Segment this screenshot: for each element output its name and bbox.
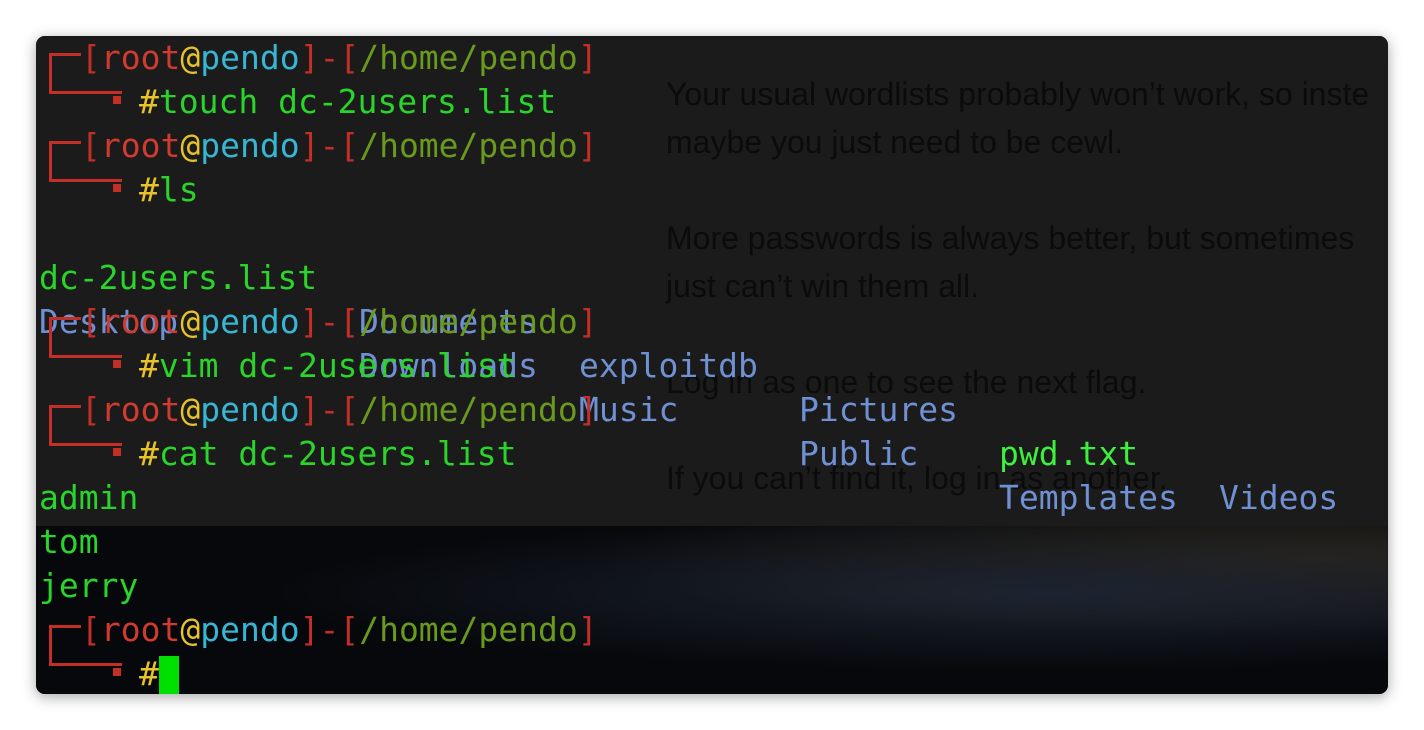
prompt-line: [root@pendo]-[/home/pendo]: [81, 38, 598, 77]
ls-output-row: dc-2users.list Documents exploitdb Pictu…: [39, 212, 1338, 517]
prompt-corner-end: [113, 448, 121, 456]
command-text: touch dc-2users.list: [158, 82, 557, 121]
active-command-line[interactable]: #: [139, 652, 179, 694]
terminal-window[interactable]: Your usual wordlists probably won’t work…: [36, 36, 1388, 694]
background-line: More passwords is always better, but som…: [666, 220, 1355, 256]
background-line: maybe you just need to be cewl.: [666, 124, 1124, 160]
ls-entry-dir: Templates: [999, 478, 1178, 517]
prompt-corner-end: [113, 184, 121, 192]
background-line: just can’t win them all.: [666, 268, 980, 304]
command-line: #ls: [139, 170, 199, 209]
prompt-line: [root@pendo]-[/home/pendo]: [81, 610, 598, 649]
command-line: #vim dc-2users.list: [139, 346, 517, 385]
command-text: cat dc-2users.list: [158, 434, 517, 473]
prompt-line: [root@pendo]-[/home/pendo]: [81, 126, 598, 165]
ls-entry-dir: exploitdb: [579, 346, 758, 385]
command-line: #touch dc-2users.list: [139, 82, 557, 121]
prompt-line: [root@pendo]-[/home/pendo]: [81, 390, 598, 429]
command-text: ls: [158, 170, 199, 209]
prompt-line: [root@pendo]-[/home/pendo]: [81, 302, 598, 341]
background-line: Your usual wordlists probably won’t work…: [666, 76, 1370, 112]
ls-entry-dir: Pictures: [799, 390, 958, 429]
terminal-cursor: [158, 655, 179, 694]
ls-output-row: Desktop Downloads Music Public Templates: [39, 256, 1178, 517]
cat-output-line: tom: [39, 522, 99, 561]
command-line: #cat dc-2users.list: [139, 434, 517, 473]
cat-output-line: jerry: [39, 566, 139, 605]
ls-entry-file: pwd.txt: [999, 434, 1139, 473]
ls-entry-dir: Videos: [1219, 478, 1339, 517]
prompt-corner-end: [113, 668, 121, 676]
command-text: vim dc-2users.list: [158, 346, 517, 385]
prompt-corner-end: [113, 360, 121, 368]
ls-entry-dir: Public: [799, 434, 919, 473]
cat-output-line: admin: [39, 478, 139, 517]
prompt-corner-end: [113, 96, 121, 104]
